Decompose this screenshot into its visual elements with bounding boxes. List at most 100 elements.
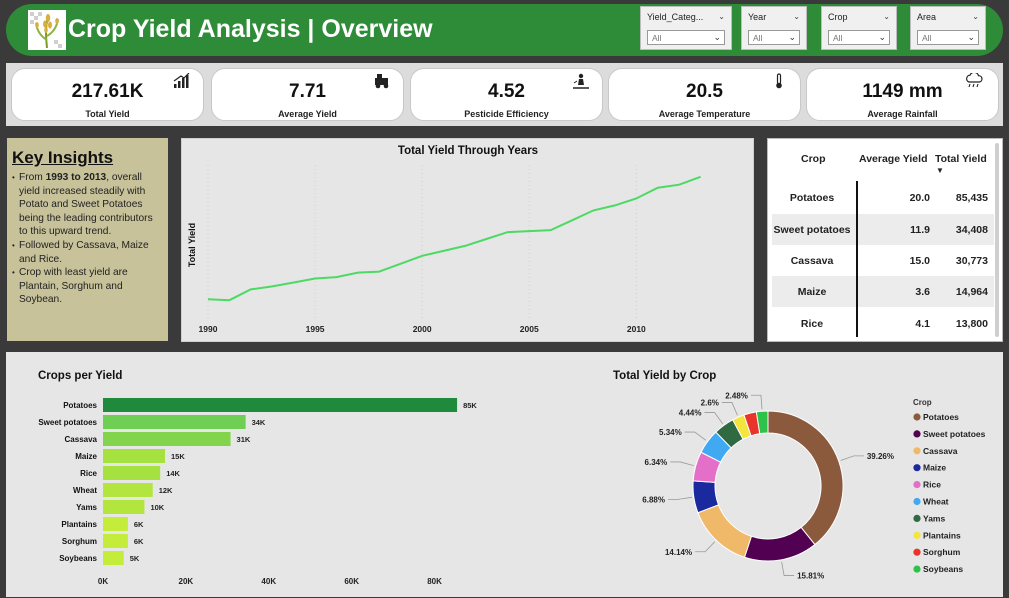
line-chart-panel: Total Yield Through Years Total Yield 1990… [181,138,754,342]
legend-item-label: Yams [923,513,945,523]
donut-leader-line [704,412,724,424]
table-row[interactable]: Rice 4.1 13,800 [772,308,994,339]
donut-leader-line [721,402,738,416]
donut-leader-line [670,461,694,467]
slicer-label: Year [748,12,767,22]
bar-category-label: Soybeans [59,554,97,563]
crops-per-yield-bar-chart: Potatoes 85K Sweet potatoes 34K Cassava 31K Ma… [38,398,477,586]
donut-leader-line [840,455,864,461]
donut-leader-line [684,431,707,441]
table-header-total-yield[interactable]: Total Yield [935,153,987,165]
legend-item-label: Wheat [923,497,949,507]
table-header-average-yield[interactable]: Average Yield [859,153,927,165]
slicer-crop[interactable]: Crop ⌄ All ⌄ [821,6,897,50]
y-axis-label: Total Yield [187,223,197,267]
slicer-yield-category[interactable]: Yield_Categ... ⌄ All ⌄ [640,6,732,50]
donut-slice-potatoes [767,410,844,546]
kpi-card-average-yield: 7.71 Average Yield [211,68,404,121]
legend-item-label: Rice [923,480,941,490]
table-row[interactable]: Potatoes 20.0 85,435 [772,182,994,213]
kpi-label: Average Rainfall [867,109,938,119]
bar-wheat [103,483,153,497]
x-tick-label: 2000 [413,324,432,334]
bar-sweet-potatoes [103,415,246,429]
insights-list: From 1993 to 2013, overall yield increas… [12,171,162,307]
legend-marker [913,447,921,455]
legend-marker [913,514,921,522]
donut-data-label: 15.81% [797,572,824,581]
kpi-label: Pesticide Efficiency [464,109,549,119]
line-chart-title: Total Yield Through Years [398,145,538,157]
slicer-year[interactable]: Year ⌄ All ⌄ [741,6,807,50]
slicer-area[interactable]: Area ⌄ All ⌄ [910,6,986,50]
donut-leader-line [781,561,795,576]
bar-data-label: 31K [237,435,251,444]
donut-data-label: 6.88% [642,495,665,504]
legend-item-label: Sorghum [923,547,961,557]
donut-leader-line [695,541,716,553]
donut-data-label: 6.34% [645,458,668,467]
dropdown-arrow-icon[interactable]: ⌄ [878,32,886,43]
table-row[interactable]: Maize 3.6 14,964 [772,276,994,307]
bar-category-label: Potatoes [63,401,97,410]
dropdown-arrow-icon[interactable]: ⌄ [713,32,721,43]
table-divider [856,181,858,337]
slicer-dropdown[interactable]: All ⌄ [647,30,725,45]
x-tick-label: 40K [261,577,276,586]
donut-data-label: 14.14% [665,548,692,557]
slicer-dropdown[interactable]: All ⌄ [748,30,800,45]
kpi-label: Total Yield [85,109,130,119]
donut-slice-sweet-potatoes [743,526,816,562]
bar-category-label: Rice [80,469,97,478]
slicer-dropdown[interactable]: All ⌄ [917,30,979,45]
kpi-card-total-yield: 217.61K Total Yield [11,68,204,121]
legend-item-label: Potatoes [923,412,959,422]
legend-item-label: Cassava [923,446,958,456]
table-scrollbar[interactable] [995,143,999,337]
chevron-down-icon[interactable]: ⌄ [793,12,800,21]
kpi-label: Average Yield [278,109,337,119]
harvester-icon [375,74,389,89]
page-title: Crop Yield Analysis | Overview [68,15,433,43]
slicer-label: Area [917,12,937,22]
legend-title: Crop [913,398,932,407]
total-yield-line-chart: Total Yield Through Years Total Yield 1990… [187,145,701,334]
legend-marker [913,548,921,556]
kpi-label: Average Temperature [658,109,751,119]
kpi-card-pesticide-efficiency: 4.52 Pesticide Efficiency [410,68,603,121]
x-tick-label: 1990 [199,324,218,334]
dropdown-arrow-icon[interactable]: ⌄ [788,32,796,43]
insight-item: Crop with least yield are Plantain, Sorg… [12,266,162,307]
legend-item-label: Plantains [923,530,961,540]
crop-logo-icon [28,10,66,50]
donut-leader-line [667,496,692,500]
x-tick-label: 2005 [520,324,539,334]
slicer-dropdown[interactable]: All ⌄ [828,30,890,45]
legend-marker [913,531,921,539]
chevron-down-icon[interactable]: ⌄ [718,12,725,21]
x-tick-label: 2010 [627,324,646,334]
bar-category-label: Maize [75,452,97,461]
table-row[interactable]: Sweet potatoes 11.9 34,408 [772,214,994,245]
donut-data-label: 2.48% [725,391,748,400]
bar-sorghum [103,534,128,548]
bar-maize [103,449,166,463]
insight-item: From 1993 to 2013, overall yield increas… [12,171,162,239]
x-tick-label: 80K [427,577,442,586]
sprayer-icon [573,73,589,89]
legend-item-label: Sweet potatoes [923,429,986,439]
dropdown-arrow-icon[interactable]: ⌄ [967,32,975,43]
table-row[interactable]: Cassava 15.0 30,773 [772,245,994,276]
crop-table-panel: Crop Average Yield Total Yield ▼ Potatoe… [767,138,1003,342]
bar-cassava [103,432,231,446]
sort-descending-icon[interactable]: ▼ [936,166,944,175]
legend-marker [913,430,921,438]
chevron-down-icon[interactable]: ⌄ [883,12,890,21]
legend-marker [913,497,921,506]
bar-data-label: 12K [159,486,173,495]
table-header-crop[interactable]: Crop [801,153,826,165]
legend-marker [913,565,921,573]
bar-yams [103,500,145,514]
chevron-down-icon[interactable]: ⌄ [972,12,979,21]
insight-item: Followed by Cassava, Maize and Rice. [12,239,162,266]
